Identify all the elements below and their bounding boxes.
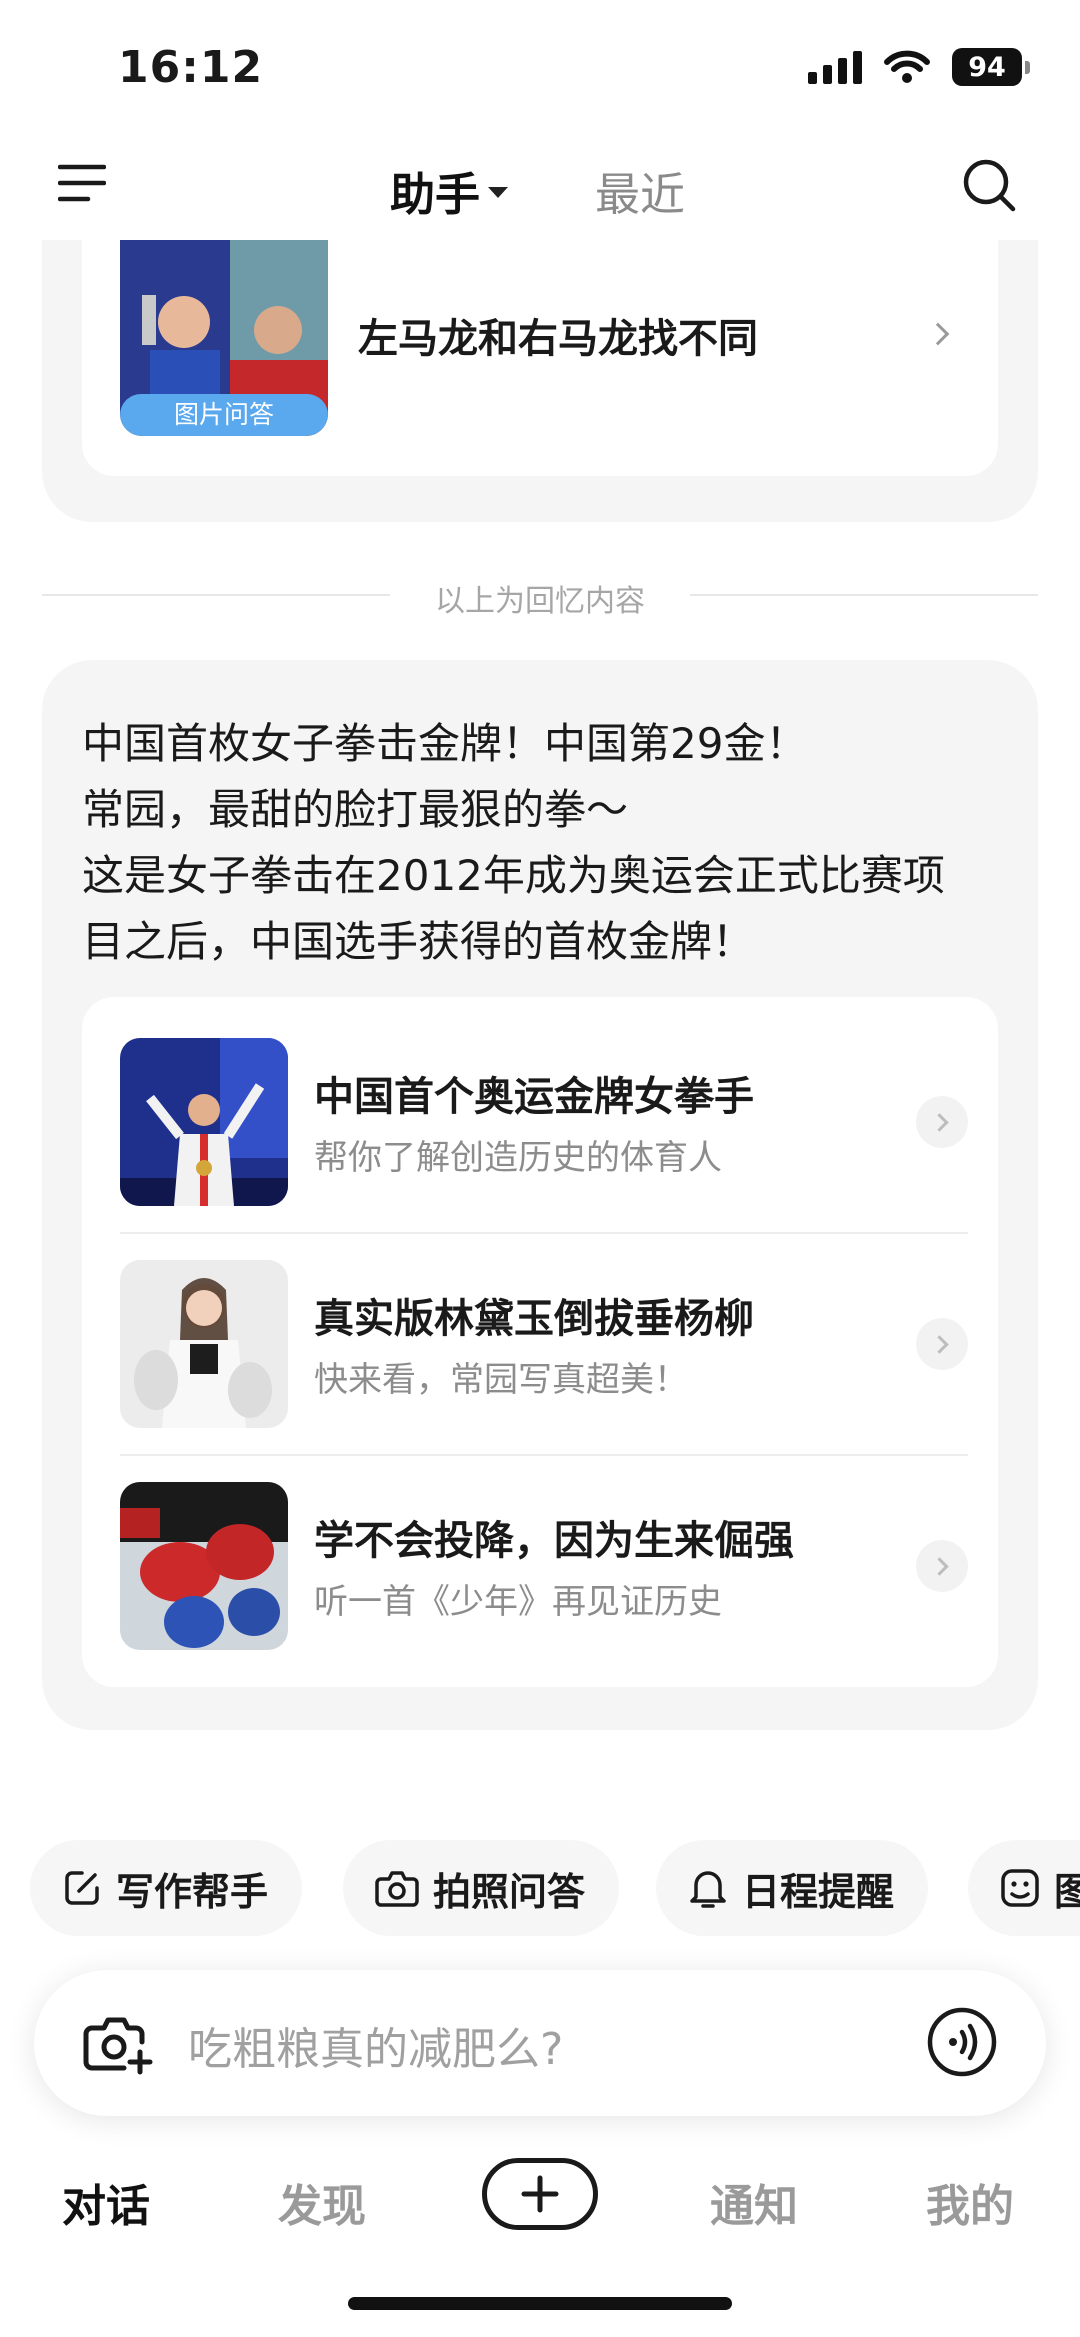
nav-chat[interactable]: 对话 (62, 2170, 150, 2234)
memory-badge: 图片问答 (120, 394, 328, 436)
edit-icon (65, 1871, 99, 1905)
link-subtitle: 帮你了解创造历史的体育人 (314, 1138, 722, 1178)
chevron-right-icon (916, 1318, 968, 1370)
new-chat-button[interactable] (482, 2158, 598, 2230)
related-link-item[interactable]: 中国首个奥运金牌女拳手 帮你了解创造历史的体育人 (120, 1038, 968, 1206)
memory-title: 左马龙和右马龙找不同 (358, 316, 758, 362)
wifi-icon (884, 50, 930, 83)
message-line: 这是女子拳击在2012年成为奥运会正式比赛项 (82, 851, 945, 900)
message-line: 常园，最甜的脸打最狠的拳～ (82, 785, 629, 834)
chat-input-placeholder[interactable]: 吃粗粮真的减肥么? (188, 2013, 563, 2077)
camera-add-icon[interactable] (82, 2012, 154, 2076)
chip-label: 图 (1054, 1869, 1080, 1914)
camera-icon (375, 1871, 419, 1907)
row-divider (120, 1454, 968, 1456)
nav-mine[interactable]: 我的 (926, 2170, 1014, 2234)
tab-assistant[interactable]: 助手 (390, 158, 509, 223)
message-line: 目之后，中国选手获得的首枚金牌！ (82, 917, 755, 966)
memory-thumbnail: 图片问答 (120, 240, 328, 436)
link-thumbnail (120, 1038, 288, 1206)
dropdown-caret-icon (488, 187, 509, 198)
voice-input-icon[interactable] (926, 2006, 998, 2078)
nav-notify[interactable]: 通知 (710, 2170, 798, 2234)
status-icons: 94 (808, 48, 1030, 86)
chip-photo-qa[interactable]: 拍照问答 (343, 1840, 620, 1936)
related-link-item[interactable]: 学不会投降，因为生来倔强 听一首《少年》再见证历史 (120, 1482, 968, 1650)
battery-icon: 94 (952, 48, 1030, 86)
message-line: 中国首枚女子拳击金牌！中国第29金！ (82, 719, 808, 768)
chevron-right-icon (916, 1540, 968, 1592)
memory-divider-label: 以上为回忆内容 (435, 584, 645, 619)
row-divider (120, 1232, 968, 1234)
link-title: 真实版林黛玉倒拔垂杨柳 (314, 1296, 754, 1342)
chip-label: 拍照问答 (433, 1869, 586, 1914)
plus-icon (521, 2175, 559, 2213)
home-indicator (348, 2297, 732, 2310)
chip-schedule-reminder[interactable]: 日程提醒 (656, 1840, 929, 1936)
link-subtitle: 快来看，常园写真超美！ (314, 1360, 688, 1400)
link-subtitle: 听一首《少年》再见证历史 (314, 1582, 722, 1622)
cellular-signal-icon (808, 50, 862, 84)
search-icon[interactable] (962, 158, 1016, 212)
link-title: 中国首个奥运金牌女拳手 (314, 1074, 754, 1120)
nav-discover[interactable]: 发现 (278, 2170, 366, 2234)
menu-icon[interactable] (58, 163, 106, 203)
chevron-right-icon (916, 1096, 968, 1148)
related-link-item[interactable]: 真实版林黛玉倒拔垂杨柳 快来看，常园写真超美！ (120, 1260, 968, 1428)
link-thumbnail (120, 1260, 288, 1428)
chip-label: 日程提醒 (742, 1869, 895, 1914)
chip-label: 写作帮手 (116, 1869, 269, 1914)
chip-writing-assistant[interactable]: 写作帮手 (30, 1840, 303, 1936)
chip-image[interactable]: 图 (968, 1840, 1080, 1936)
bell-icon (690, 1871, 726, 1908)
link-title: 学不会投降，因为生来倔强 (314, 1518, 794, 1564)
tab-assistant-label: 助手 (390, 168, 481, 221)
status-time: 16:12 (118, 42, 264, 93)
battery-level: 94 (952, 48, 1022, 86)
image-icon (1001, 1869, 1039, 1907)
link-thumbnail (120, 1482, 288, 1650)
tab-recent[interactable]: 最近 (595, 158, 685, 223)
